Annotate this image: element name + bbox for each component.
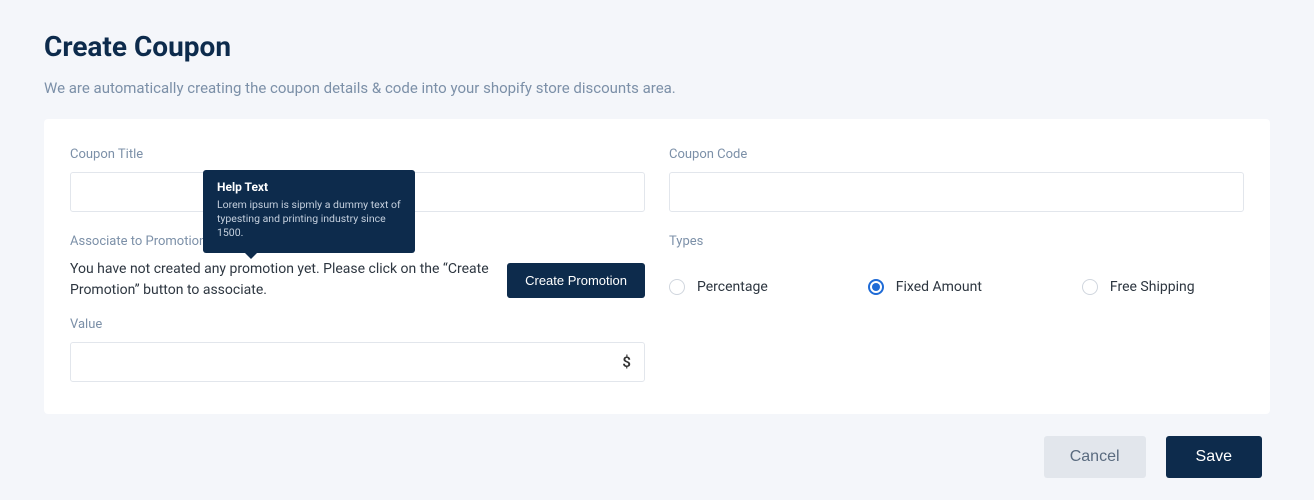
form-card: Coupon Title Associate to Promotion Sect… — [44, 119, 1270, 414]
radio-percentage[interactable]: Percentage — [669, 279, 768, 295]
create-promotion-button[interactable]: Create Promotion — [507, 263, 645, 298]
radio-label-free-shipping: Free Shipping — [1110, 279, 1195, 295]
tooltip-arrow-icon — [245, 253, 257, 259]
save-button[interactable]: Save — [1166, 436, 1262, 478]
page-title: Create Coupon — [44, 30, 1270, 63]
page-subtitle: We are automatically creating the coupon… — [44, 79, 1270, 97]
cancel-button[interactable]: Cancel — [1044, 436, 1146, 478]
value-label: Value — [70, 317, 645, 332]
radio-label-fixed-amount: Fixed Amount — [896, 279, 982, 295]
currency-symbol: $ — [622, 353, 631, 371]
radio-label-percentage: Percentage — [697, 279, 768, 295]
value-input[interactable] — [70, 342, 645, 382]
types-radio-group: Percentage Fixed Amount Free Shipping — [669, 279, 1244, 295]
radio-fixed-amount[interactable]: Fixed Amount — [868, 279, 982, 295]
associate-empty-text: You have not created any promotion yet. … — [70, 259, 489, 301]
radio-circle-icon — [669, 279, 685, 295]
tooltip-body: Lorem ipsum is sipmly a dummy text of ty… — [217, 198, 401, 241]
types-label: Types — [669, 234, 1244, 249]
radio-free-shipping[interactable]: Free Shipping — [1082, 279, 1195, 295]
radio-circle-icon — [1082, 279, 1098, 295]
tooltip-title: Help Text — [217, 180, 401, 194]
radio-dot-icon — [872, 283, 880, 291]
help-tooltip: Help Text Lorem ipsum is sipmly a dummy … — [203, 170, 415, 253]
coupon-code-label: Coupon Code — [669, 147, 1244, 162]
coupon-title-label: Coupon Title — [70, 147, 645, 162]
radio-circle-icon — [868, 279, 884, 295]
coupon-code-input[interactable] — [669, 172, 1244, 212]
